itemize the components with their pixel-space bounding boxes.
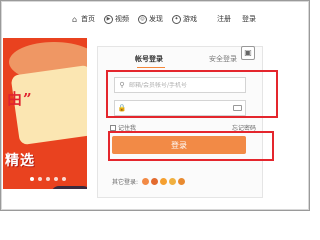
discover-icon: ◎ [138, 14, 147, 24]
remember-label[interactable]: 记住我 [118, 123, 136, 132]
more-icon[interactable] [178, 178, 186, 185]
login-panel [97, 46, 263, 198]
nav-home-label: 首页 [81, 15, 95, 23]
nav-home[interactable]: ⌂ 首页 [70, 14, 95, 24]
register-link[interactable]: 注册 [217, 14, 231, 24]
user-icon: ⚲ [119, 81, 125, 89]
nav-discover[interactable]: ◎ 发现 [138, 14, 163, 24]
top-nav: ⌂ 首页 ▶ 视频 ◎ 发现 ✦ 游戏 注册 登录 [70, 10, 305, 28]
active-tab-indicator [137, 67, 165, 68]
login-button[interactable]: 登录 [112, 136, 246, 154]
other-login: 其它登录: [112, 177, 187, 186]
banner-dot[interactable] [46, 177, 50, 181]
remember-checkbox[interactable] [110, 124, 116, 131]
banner-dot[interactable] [62, 177, 66, 181]
baidu-icon[interactable] [160, 178, 168, 185]
nav-video-label: 视频 [115, 15, 129, 23]
home-icon: ⌂ [71, 14, 78, 24]
video-icon: ▶ [104, 14, 113, 24]
keyboard-icon[interactable] [233, 105, 242, 111]
qq-icon[interactable] [142, 178, 150, 185]
renren-icon[interactable] [169, 178, 177, 185]
other-login-label: 其它登录: [112, 179, 139, 186]
promo-banner[interactable]: 由” 精选 [3, 38, 87, 189]
login-link[interactable]: 登录 [242, 14, 256, 24]
forgot-password-link[interactable]: 忘记密码 [232, 123, 256, 132]
password-field[interactable]: 🔒 [114, 100, 246, 116]
tab-account-login[interactable]: 帐号登录 [112, 54, 186, 68]
banner-pagination [30, 177, 70, 181]
nav-video[interactable]: ▶ 视频 [104, 14, 129, 24]
lock-icon: 🔒 [117, 104, 127, 112]
banner-dot[interactable] [30, 177, 34, 181]
banner-dot[interactable] [38, 177, 42, 181]
banner-dot[interactable] [54, 177, 58, 181]
tab-secure-login[interactable]: 安全登录 [186, 54, 260, 68]
password-input[interactable] [129, 104, 229, 112]
banner-subheadline: 精选 [5, 153, 35, 169]
account-field[interactable]: ⚲ [114, 77, 246, 93]
remember-row: 记住我 忘记密码 [110, 123, 256, 132]
nav-discover-label: 发现 [149, 15, 163, 23]
weibo-icon[interactable] [151, 178, 159, 185]
nav-game-label: 游戏 [183, 15, 197, 23]
banner-character [51, 186, 87, 189]
account-input[interactable] [129, 81, 229, 89]
banner-headline: 由” [7, 90, 33, 108]
nav-game[interactable]: ✦ 游戏 [172, 14, 197, 24]
game-icon: ✦ [172, 14, 181, 24]
login-tabs: 帐号登录 安全登录 [112, 54, 260, 68]
